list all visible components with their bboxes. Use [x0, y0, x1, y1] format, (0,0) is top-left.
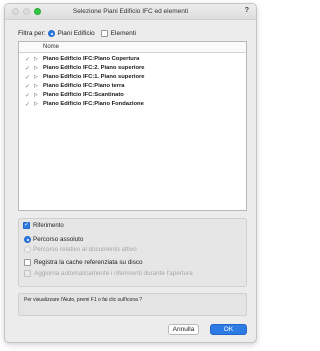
checkmark-icon[interactable]: ✓ [25, 92, 30, 99]
title-bar: Selezione Piani Edificio IFC ed elementi… [5, 4, 256, 20]
cache-checkbox[interactable] [24, 259, 31, 266]
auto-update-checkbox [24, 270, 31, 277]
filter-elements-checkbox[interactable] [100, 29, 108, 37]
disclosure-triangle-icon[interactable]: ▷ [34, 56, 38, 62]
reference-title: Riferimento [33, 222, 64, 229]
disclosure-triangle-icon[interactable]: ▷ [34, 65, 38, 71]
list-item-label: Piano Edificio IFC:Scantinato [43, 92, 124, 98]
list-item-label: Piano Edificio IFC:Piano Fondazione [43, 101, 144, 107]
list-item-label: Piano Edificio IFC:1. Piano superiore [43, 74, 145, 80]
filter-label: Filtra per: [18, 29, 46, 37]
cache-option[interactable]: Registra la cache referenziata su disco [24, 259, 143, 266]
disclosure-triangle-icon[interactable]: ▷ [34, 92, 38, 98]
absolute-path-radio[interactable] [24, 236, 31, 243]
relative-path-option: Percorso relativo al documento attivo [24, 246, 137, 253]
dialog-window: Selezione Piani Edificio IFC ed elementi… [4, 3, 257, 343]
list-item[interactable]: ✓ ▷ Piano Edificio IFC:Piano Fondazione [19, 101, 246, 109]
list-item[interactable]: ✓ ▷ Piano Edificio IFC:Piano Copertura [19, 56, 246, 64]
cancel-button[interactable]: Annulla [168, 324, 199, 335]
list-item-label: Piano Edificio IFC:2. Piano superiore [43, 65, 145, 71]
filter-row: Filtra per: Piani Edificio Elementi [18, 28, 142, 38]
relative-path-label: Percorso relativo al documento attivo [33, 246, 137, 253]
help-text: Per visualizzare l'Aiuto, premi F1 o fai… [24, 297, 143, 303]
reference-group: Riferimento Percorso assoluto Percorso r… [18, 218, 247, 287]
list-item[interactable]: ✓ ▷ Piano Edificio IFC:Piano terra [19, 83, 246, 91]
disclosure-triangle-icon[interactable]: ▷ [34, 83, 38, 89]
reference-checkbox[interactable] [23, 221, 30, 229]
disclosure-triangle-icon[interactable]: ▷ [34, 74, 38, 80]
help-icon[interactable]: ? [245, 7, 249, 14]
disclosure-triangle-icon[interactable]: ▷ [34, 101, 38, 107]
list-item[interactable]: ✓ ▷ Piano Edificio IFC:2. Piano superior… [19, 65, 246, 73]
checkmark-icon[interactable]: ✓ [25, 56, 30, 63]
list-item[interactable]: ✓ ▷ Piano Edificio IFC:1. Piano superior… [19, 74, 246, 82]
stories-list[interactable]: Nome ✓ ▷ Piano Edificio IFC:Piano Copert… [18, 41, 247, 211]
help-box: Per visualizzare l'Aiuto, premi F1 o fai… [18, 293, 247, 316]
relative-path-radio [24, 246, 31, 253]
checkmark-icon[interactable]: ✓ [25, 83, 30, 90]
list-item-label: Piano Edificio IFC:Piano terra [43, 83, 125, 89]
window-title: Selezione Piani Edificio IFC ed elementi [72, 8, 189, 15]
filter-building-stories-label[interactable]: Piani Edificio [57, 30, 94, 37]
list-header[interactable]: Nome [19, 42, 246, 53]
cache-label[interactable]: Registra la cache referenziata su disco [34, 259, 143, 266]
ok-button[interactable]: OK [210, 324, 247, 335]
filter-building-stories-radio[interactable] [48, 29, 56, 37]
list-item-label: Piano Edificio IFC:Piano Copertura [43, 56, 140, 62]
reference-header: Riferimento [23, 221, 64, 229]
checkmark-icon[interactable]: ✓ [25, 101, 30, 108]
absolute-path-option[interactable]: Percorso assoluto [24, 236, 83, 243]
list-item[interactable]: ✓ ▷ Piano Edificio IFC:Scantinato [19, 92, 246, 100]
filter-elements-label[interactable]: Elementi [111, 30, 136, 37]
column-name-header[interactable]: Nome [43, 44, 59, 50]
auto-update-label: Aggiorna automaticamente i riferimenti d… [34, 270, 193, 277]
checkmark-icon[interactable]: ✓ [25, 65, 30, 72]
absolute-path-label[interactable]: Percorso assoluto [33, 236, 83, 243]
auto-update-option: Aggiorna automaticamente i riferimenti d… [24, 270, 193, 277]
checkmark-icon[interactable]: ✓ [25, 74, 30, 81]
